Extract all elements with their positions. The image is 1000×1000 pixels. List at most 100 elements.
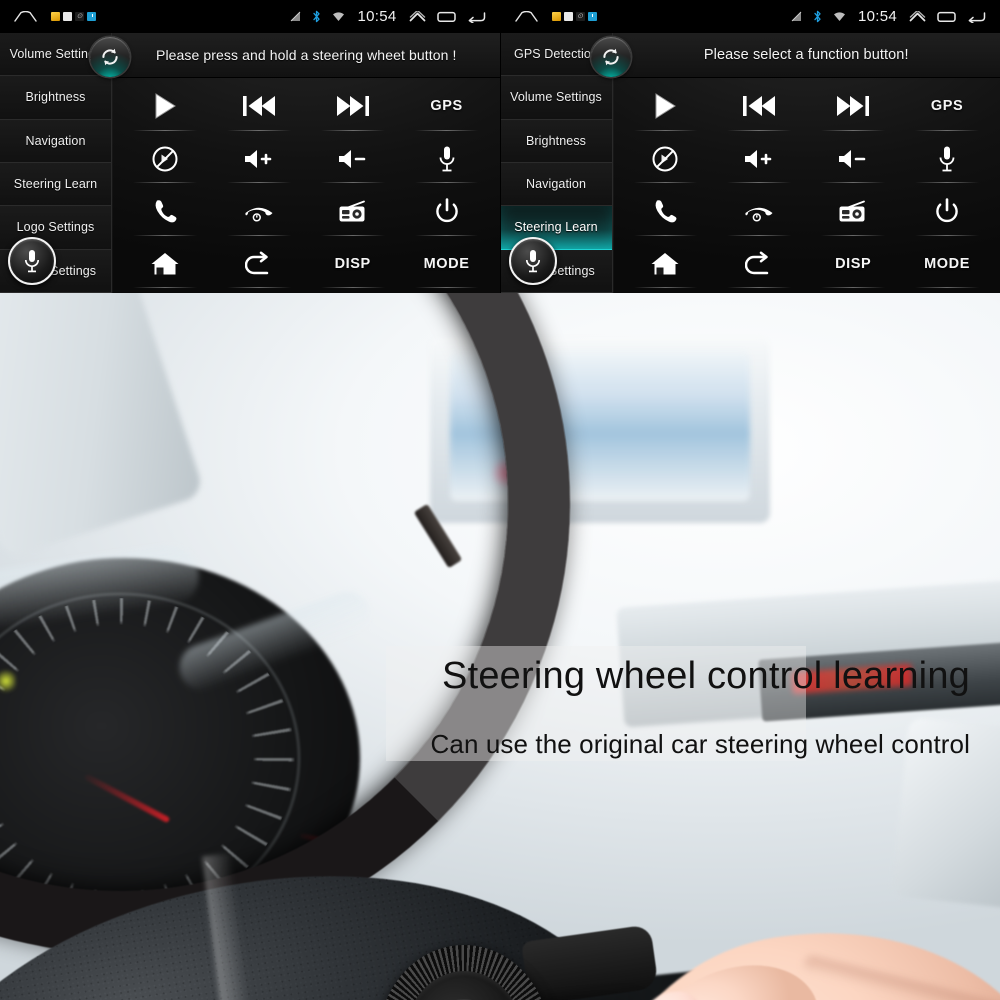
status-bar-left-icons: ⊙ <box>501 11 597 22</box>
hero-photo: Steering wheel control learning Can use … <box>0 293 1000 1000</box>
photo-subheadline: Can use the original car steering wheel … <box>430 729 970 759</box>
power-button[interactable] <box>400 185 494 238</box>
sidebar-item-label: Volume Settings <box>9 47 102 62</box>
back-arrow-icon[interactable] <box>967 11 986 23</box>
home-outline-icon[interactable] <box>14 11 37 22</box>
panel-header-left: Please press and hold a steering wheet b… <box>90 33 500 78</box>
hangup-button[interactable] <box>712 185 806 238</box>
call-button[interactable] <box>619 185 713 238</box>
chevron-up-icon[interactable] <box>909 10 926 23</box>
gps-button[interactable]: GPS <box>400 80 494 133</box>
next-track-button[interactable] <box>806 80 900 133</box>
home-outline-icon[interactable] <box>514 11 538 22</box>
sidebar-item-label: Steering Learn <box>514 220 598 235</box>
notification-icon <box>51 12 60 21</box>
mode-button[interactable]: MODE <box>900 238 994 291</box>
play-button[interactable] <box>619 80 713 133</box>
voice-microphone-button[interactable] <box>400 133 494 186</box>
notification-icons: ⊙ <box>551 12 597 21</box>
microphone-icon[interactable] <box>508 237 557 285</box>
sidebar-item-label: Volume Settings <box>510 90 602 105</box>
back-undo-button[interactable] <box>712 238 806 291</box>
panel-header-right: Please select a function button! <box>590 33 1000 78</box>
mute-button[interactable] <box>118 133 212 186</box>
volume-down-button[interactable] <box>306 133 400 186</box>
sidebar-item-label: Brightness <box>25 90 86 105</box>
headset-icon: ⊙ <box>75 12 84 21</box>
wifi-icon <box>833 11 846 22</box>
sd-card-icon <box>63 12 72 21</box>
disp-button[interactable]: DISP <box>306 238 400 291</box>
sidebar-item-label: Logo Settings <box>16 220 95 235</box>
function-button-grid-left: GPS DISP MODE <box>112 78 500 293</box>
volume-up-button[interactable] <box>212 133 306 186</box>
status-bar-right-icons: 10:54 <box>290 8 499 25</box>
signal-icon <box>791 11 802 22</box>
power-button[interactable] <box>900 185 994 238</box>
sidebar-item-label: Navigation <box>25 133 86 148</box>
gps-button[interactable]: GPS <box>900 80 994 133</box>
back-undo-button[interactable] <box>212 238 306 291</box>
back-arrow-icon[interactable] <box>467 11 486 23</box>
disp-button-label: DISP <box>334 255 371 272</box>
radio-button[interactable] <box>806 185 900 238</box>
panel-content-right: Please select a function button! GPS DIS… <box>590 33 1000 293</box>
mode-button-label: MODE <box>924 255 971 272</box>
radio-button[interactable] <box>306 185 400 238</box>
disp-button-label: DISP <box>835 255 872 272</box>
notification-icon <box>551 12 561 21</box>
status-bar-right: ⊙ 10:54 <box>500 0 1000 33</box>
status-bar-clock: 10:54 <box>357 8 397 25</box>
mode-button[interactable]: MODE <box>400 238 494 291</box>
disp-button[interactable]: DISP <box>806 238 900 291</box>
photo-headline: Steering wheel control learning <box>442 655 970 697</box>
mute-button[interactable] <box>619 133 713 186</box>
home-button[interactable] <box>619 238 713 291</box>
sidebar-item-steering-learn[interactable]: Steering Learn <box>0 162 111 207</box>
clock-icon <box>87 12 96 21</box>
play-button[interactable] <box>118 80 212 133</box>
screenshot-root: ⊙ 10:54 Volume Settings Brightness Navig… <box>0 0 1000 1000</box>
call-button[interactable] <box>118 185 212 238</box>
microphone-icon[interactable] <box>8 237 56 285</box>
status-bar-left-icons: ⊙ <box>0 11 96 22</box>
home-button[interactable] <box>118 238 212 291</box>
sync-refresh-icon[interactable] <box>590 37 631 77</box>
headset-icon: ⊙ <box>575 12 585 21</box>
next-track-button[interactable] <box>306 80 400 133</box>
sidebar-item-navigation[interactable]: Navigation <box>500 162 612 207</box>
clock-icon <box>587 12 597 21</box>
volume-up-button[interactable] <box>712 133 806 186</box>
chevron-up-icon[interactable] <box>409 10 426 23</box>
hangup-button[interactable] <box>212 185 306 238</box>
sync-refresh-icon[interactable] <box>90 37 130 77</box>
sidebar-item-label: GPS Detection <box>514 47 598 62</box>
panel-title-right: Please select a function button! <box>703 47 909 63</box>
sidebar-item-label: Steering Learn <box>13 177 98 192</box>
panel-content-left: Please press and hold a steering wheet b… <box>90 33 500 293</box>
voice-microphone-button[interactable] <box>900 133 994 186</box>
bluetooth-icon <box>312 10 321 23</box>
mode-button-label: MODE <box>423 255 470 272</box>
sidebar-item-navigation[interactable]: Navigation <box>0 119 111 163</box>
sidebar-item-label: Brightness <box>525 133 587 148</box>
sd-card-icon <box>563 12 573 21</box>
recents-icon[interactable] <box>937 11 956 23</box>
sidebar-item-brightness[interactable]: Brightness <box>0 76 111 120</box>
previous-track-button[interactable] <box>712 80 806 133</box>
wifi-icon <box>332 11 345 22</box>
device-panel-right: ⊙ 10:54 GPS Detection Volume Settings Br… <box>499 0 1000 293</box>
device-panel-left: ⊙ 10:54 Volume Settings Brightness Navig… <box>0 0 500 293</box>
previous-track-button[interactable] <box>212 80 306 133</box>
sidebar-item-brightness[interactable]: Brightness <box>500 119 612 163</box>
bluetooth-icon <box>813 10 822 23</box>
sidebar-item-volume-settings[interactable]: Volume Settings <box>500 76 612 120</box>
status-bar-clock: 10:54 <box>857 8 897 25</box>
notification-icons: ⊙ <box>51 12 96 21</box>
status-bar-left: ⊙ 10:54 <box>0 0 500 33</box>
recents-icon[interactable] <box>436 11 456 23</box>
volume-down-button[interactable] <box>806 133 900 186</box>
device-panels: ⊙ 10:54 Volume Settings Brightness Navig… <box>0 0 1000 293</box>
panel-title-left: Please press and hold a steering wheet b… <box>156 47 457 63</box>
panel-body-left: Volume Settings Brightness Navigation St… <box>0 33 500 293</box>
